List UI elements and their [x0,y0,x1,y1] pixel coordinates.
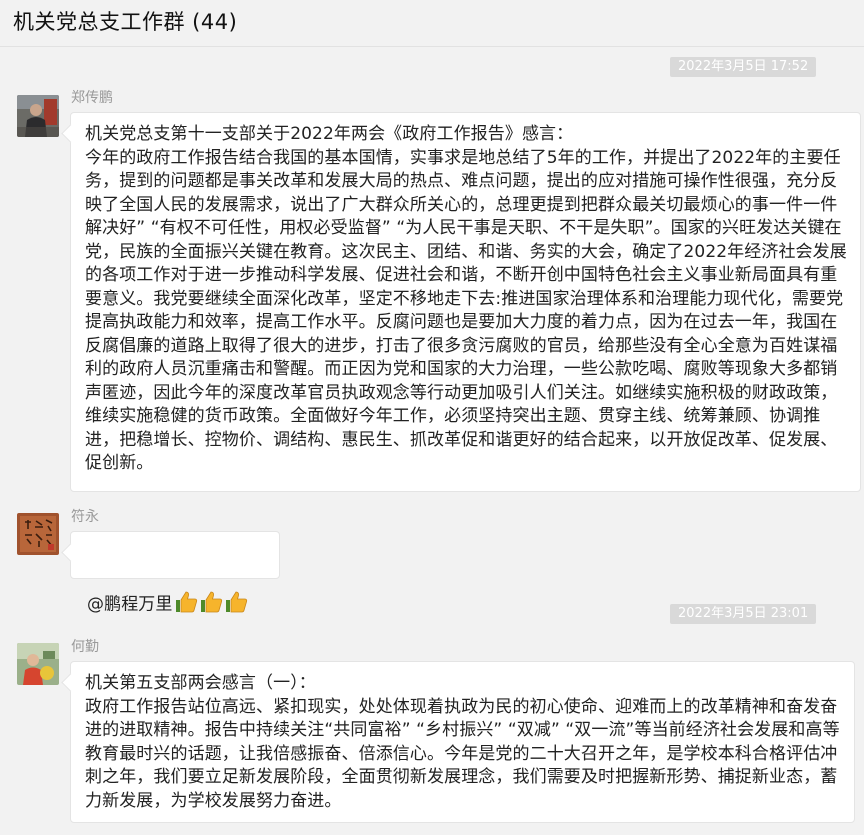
avatar[interactable] [17,95,59,137]
avatar-calligraphy-icon [17,513,59,555]
message-bubble[interactable]: 机关第五支部两会感言（一）： 政府工作报告站位高远、紧扣现实，处处体现着执政为民… [70,661,855,823]
chat-title-bar: 机关党总支工作群 (44) [0,0,864,44]
avatar-photo-icon [17,643,59,685]
chat-title: 机关党总支工作群 (44) [13,10,238,34]
sender-name: 何勤 [71,639,99,655]
avatar[interactable] [17,643,59,685]
thumbs-up-icon [224,567,248,613]
thumbs-up-icon [174,567,198,613]
message-bubble[interactable]: 机关党总支第十一支部关于2022年两会《政府工作报告》感言： 今年的政府工作报告… [70,112,861,492]
avatar-photo-icon [17,95,59,137]
title-divider [0,46,864,47]
timestamp: 2022年3月5日 17:52 [670,57,817,77]
avatar[interactable] [17,513,59,555]
thumbs-up-icon [199,567,223,613]
sender-name: 符永 [71,509,99,525]
message-bubble[interactable]: @鹏程万里 [70,531,280,614]
timestamp: 2022年3月5日 23:01 [670,604,817,624]
sender-name: 郑传鹏 [71,90,113,106]
mention-text: @鹏程万里 [87,594,173,614]
